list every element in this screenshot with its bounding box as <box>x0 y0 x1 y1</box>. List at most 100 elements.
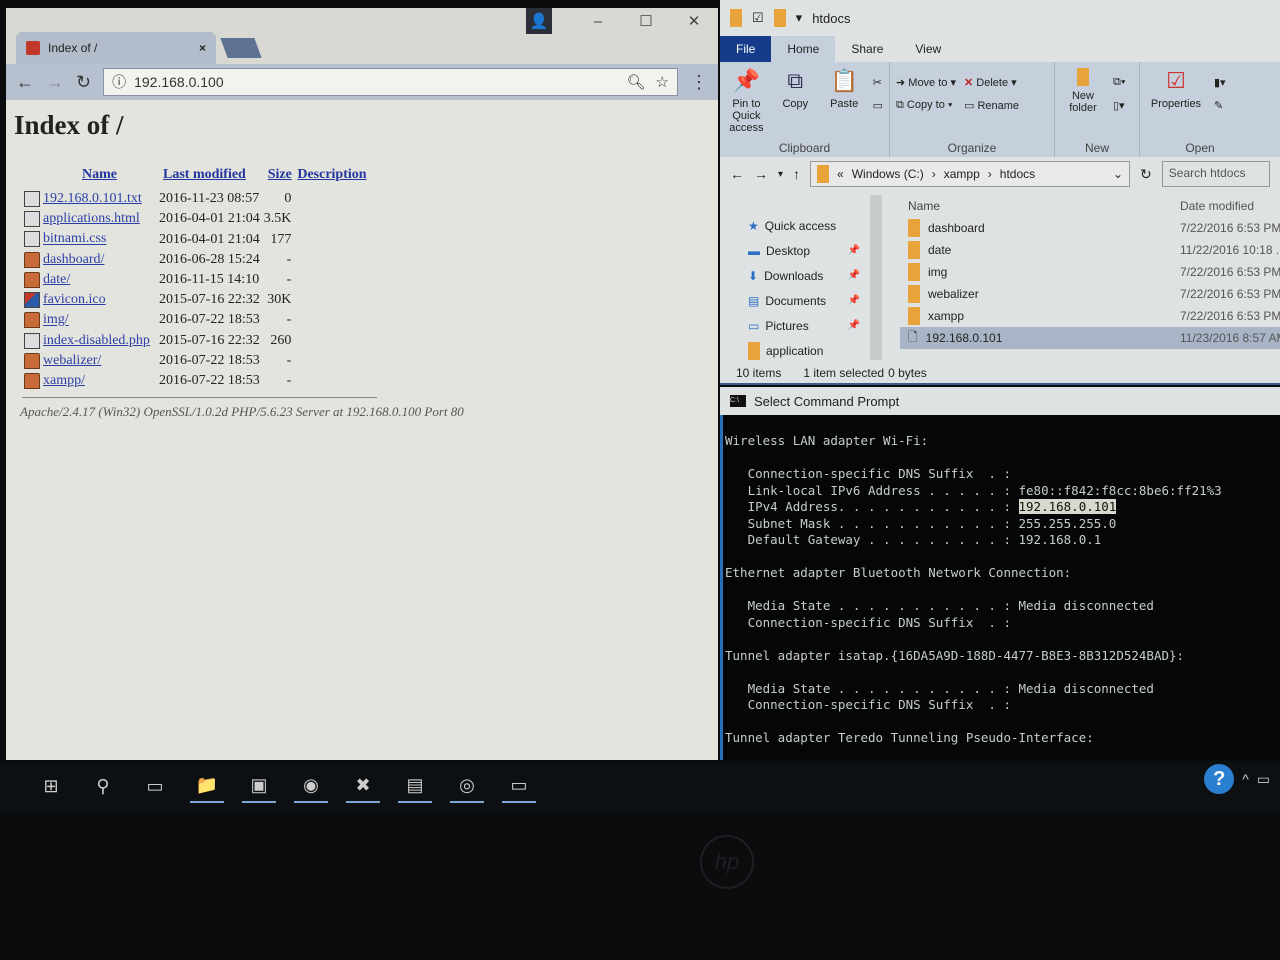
cmd-output[interactable]: Wireless LAN adapter Wi-Fi: Connection-s… <box>720 415 1280 760</box>
network-icon[interactable]: ▭ <box>1257 771 1270 788</box>
file-link[interactable]: date/ <box>43 272 70 287</box>
copy-to-button[interactable]: ⧉ Copy to ▾ <box>896 99 956 112</box>
chrome-icon[interactable]: ◎ <box>450 769 484 803</box>
nav-item-documents[interactable]: ▤ Documents 📌 <box>748 288 870 313</box>
column-description[interactable]: Description <box>293 161 372 189</box>
cmd-line: Connection-specific DNS Suffix . : <box>725 697 1011 712</box>
help-icon[interactable]: ? <box>1204 764 1235 794</box>
pin-icon[interactable]: 📌 <box>848 295 860 306</box>
column-name[interactable]: Name <box>908 199 940 213</box>
column-last-modified[interactable]: Last modified <box>157 161 262 189</box>
xampp-icon[interactable]: ✖ <box>346 769 380 803</box>
nav-item-application[interactable]: application <box>748 338 870 363</box>
task-view-icon[interactable]: ▭ <box>138 769 172 803</box>
copy-button[interactable]: ⧉ Copy <box>775 68 816 151</box>
pin-icon[interactable]: 📌 <box>848 320 860 331</box>
bookmark-star-icon[interactable]: ☆ <box>656 73 669 91</box>
pin-icon[interactable]: 📌 <box>848 245 860 256</box>
nav-item-downloads[interactable]: ⬇ Downloads 📌 <box>748 263 870 288</box>
address-bar[interactable]: « Windows (C:) › xampp › htdocs ⌄ <box>810 161 1131 187</box>
edit-icon[interactable]: ✎ <box>1214 99 1226 112</box>
file-link[interactable]: bitnami.css <box>43 232 106 247</box>
file-row[interactable]: date 11/22/2016 10:18 ... <box>900 239 1280 261</box>
file-row[interactable]: xampp 7/22/2016 6:53 PM <box>900 305 1280 327</box>
easy-access-icon[interactable]: ▯▾ <box>1113 99 1125 112</box>
copy-path-icon[interactable]: ▭ <box>873 99 883 112</box>
column-date-modified[interactable]: Date modified <box>1180 199 1280 213</box>
zoom-icon[interactable]: 🔍︎ <box>627 73 646 91</box>
up-icon[interactable]: ↑ <box>793 166 800 182</box>
nav-item-pictures[interactable]: ▭ Pictures 📌 <box>748 313 870 338</box>
recent-dropdown-icon[interactable]: ▾ <box>778 169 783 180</box>
close-tab-icon[interactable]: × <box>199 41 206 55</box>
forward-icon[interactable]: → <box>46 72 64 93</box>
file-row[interactable]: img 7/22/2016 6:53 PM <box>900 261 1280 283</box>
back-icon[interactable]: ← <box>16 72 34 93</box>
move-to-button[interactable]: ➜ Move to ▾ <box>896 76 956 89</box>
app-circle-icon[interactable]: ◉ <box>294 769 328 803</box>
minimize-button[interactable]: – <box>574 8 622 34</box>
cut-icon[interactable]: ✂ <box>873 76 883 89</box>
show-hidden-icons[interactable]: ^ <box>1242 771 1249 787</box>
profile-icon[interactable]: 👤 <box>526 8 552 34</box>
breadcrumb-htdocs[interactable]: htdocs <box>1000 167 1035 181</box>
modified: 2016-11-15 14:10 <box>159 271 260 287</box>
ribbon-tab-view[interactable]: View <box>899 36 957 62</box>
properties-button[interactable]: ☑ Properties <box>1146 68 1206 151</box>
rename-button[interactable]: ▭ Rename <box>964 99 1019 112</box>
listing-row: img/2016-07-22 18:53 - <box>22 310 373 330</box>
search-icon[interactable]: ⚲ <box>86 769 120 803</box>
file-row[interactable]: 🗋 192.168.0.101 11/23/2016 8:57 AM <box>900 327 1280 349</box>
forward-icon[interactable]: → <box>754 166 768 182</box>
breadcrumb-drive[interactable]: Windows (C:) <box>852 167 924 181</box>
info-icon[interactable]: ⓘ <box>112 72 126 92</box>
open-icon[interactable]: ▮▾ <box>1214 76 1226 89</box>
new-tab-button[interactable] <box>220 38 262 58</box>
delete-button[interactable]: ✕ Delete ▾ <box>964 76 1019 89</box>
command-prompt-icon[interactable]: ▣ <box>242 769 276 803</box>
browser-tab[interactable]: Index of / × <box>16 32 216 64</box>
file-link[interactable]: img/ <box>43 313 69 328</box>
nav-item-desktop[interactable]: ▬ Desktop 📌 <box>748 238 870 263</box>
new-folder-qat-icon[interactable] <box>773 9 786 27</box>
search-input[interactable]: Search htdocs <box>1161 161 1270 187</box>
refresh-icon[interactable]: ↻ <box>1140 166 1152 183</box>
start-icon[interactable]: ⊞ <box>34 769 68 803</box>
column-name[interactable]: Name <box>22 161 157 189</box>
new-item-icon[interactable]: ⧉▾ <box>1113 76 1125 89</box>
properties-qat-icon[interactable]: ☑ <box>752 10 764 26</box>
file-explorer-icon[interactable]: 📁 <box>190 769 224 803</box>
file-link[interactable]: dashboard/ <box>43 252 104 267</box>
paste-button[interactable]: 📋 Paste <box>824 68 865 151</box>
size: - <box>286 312 292 328</box>
remote-desktop-icon[interactable]: ▭ <box>502 769 536 803</box>
nav-scrollbar[interactable] <box>870 195 882 360</box>
file-link[interactable]: index-disabled.php <box>43 333 150 348</box>
back-icon[interactable]: ← <box>730 166 744 182</box>
file-link[interactable]: 192.168.0.101.txt <box>43 191 142 206</box>
file-link[interactable]: favicon.ico <box>43 292 106 307</box>
breadcrumb-xampp[interactable]: xampp <box>944 167 980 181</box>
ribbon-tab-file[interactable]: File <box>720 36 772 62</box>
sublime-icon[interactable]: ▤ <box>398 769 432 803</box>
file-link[interactable]: xampp/ <box>43 373 85 388</box>
nav-item-quick-access[interactable]: ★ Quick access <box>748 213 870 238</box>
ribbon-tab-home[interactable]: Home <box>771 36 836 62</box>
address-bar[interactable]: ⓘ 192.168.0.100 🔍︎ ☆ <box>103 68 678 96</box>
menu-icon[interactable]: ⋮ <box>690 72 708 93</box>
folder-icon <box>24 312 40 329</box>
file-link[interactable]: applications.html <box>43 211 140 226</box>
ribbon-tab-share[interactable]: Share <box>835 36 899 62</box>
close-button[interactable]: ✕ <box>670 8 718 34</box>
qat-dropdown-icon[interactable]: ▾ <box>796 10 803 26</box>
file-link[interactable]: webalizer/ <box>43 353 101 368</box>
pin-icon[interactable]: 📌 <box>848 270 860 281</box>
file-row[interactable]: webalizer 7/22/2016 6:53 PM <box>900 283 1280 305</box>
reload-icon[interactable]: ↻ <box>76 72 91 93</box>
address-dropdown-icon[interactable]: ⌄ <box>1113 167 1123 181</box>
maximize-button[interactable]: ☐ <box>622 8 670 34</box>
new-folder-button[interactable]: New folder <box>1061 68 1105 151</box>
pin-quick-access-button[interactable]: 📌 Pin to Quick access <box>726 68 767 151</box>
column-size[interactable]: Size <box>262 161 294 189</box>
file-row[interactable]: dashboard 7/22/2016 6:53 PM <box>900 217 1280 239</box>
